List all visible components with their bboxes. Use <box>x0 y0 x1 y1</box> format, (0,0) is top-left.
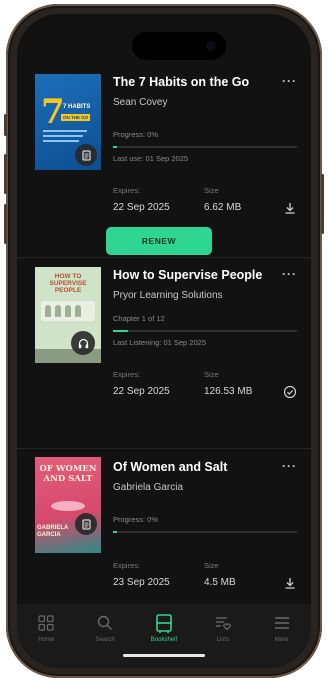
file-size: 4.5 MB <box>204 577 236 588</box>
book-title[interactable]: The 7 Habits on the Go <box>113 75 249 89</box>
last-use-text: Last Listening: 01 Sep 2025 <box>113 338 206 347</box>
list-heart-icon <box>212 612 234 634</box>
cover-title: 7 HABITS <box>63 104 91 110</box>
file-size: 126.53 MB <box>204 386 253 397</box>
size-label: Size <box>204 561 219 570</box>
ebook-icon <box>75 144 97 166</box>
expires-label: Expires: <box>113 370 141 379</box>
expires-date: 22 Sep 2025 <box>113 202 170 213</box>
hamburger-icon <box>271 612 293 634</box>
expires-label: Expires: <box>113 186 141 195</box>
file-size: 6.62 MB <box>204 202 242 213</box>
book-cover[interactable]: 7 7 HABITS ON THE GO <box>35 74 101 170</box>
expires-date: 22 Sep 2025 <box>113 386 170 397</box>
progress-bar <box>113 531 297 533</box>
app-screen: 7 7 HABITS ON THE GO The 7 Habits on the… <box>17 14 311 668</box>
headphones-icon <box>71 331 95 355</box>
last-use-text: Last use: 01 Sep 2025 <box>113 154 189 163</box>
size-label: Size <box>204 186 219 195</box>
progress-text: Progress: 0% <box>113 130 159 139</box>
book-item[interactable]: 7 7 HABITS ON THE GO The 7 Habits on the… <box>17 14 311 254</box>
book-author: Pryor Learning Solutions <box>113 290 223 301</box>
download-icon[interactable] <box>283 201 297 215</box>
volume-up-button <box>4 154 7 194</box>
progress-bar <box>113 146 297 148</box>
more-options-button[interactable]: ··· <box>282 267 297 281</box>
tab-label: Lists <box>216 637 229 643</box>
download-icon[interactable] <box>283 576 297 590</box>
book-cover[interactable]: OF WOMEN AND SALT GABRIELA GARCIA <box>35 457 101 553</box>
action-button <box>4 114 7 136</box>
progress-text: Chapter 1 of 12 <box>113 314 165 323</box>
search-icon <box>94 612 116 634</box>
cover-title: OF WOMEN AND SALT <box>39 464 97 484</box>
tab-bookshelf[interactable]: Bookshelf <box>136 612 192 668</box>
tab-more[interactable]: More <box>254 612 310 668</box>
progress-bar <box>113 330 297 332</box>
tab-bar: Home Search Bookshelf Lists More <box>17 604 311 668</box>
book-cover[interactable]: HOW TO SUPERVISE PEOPLE <box>35 267 101 363</box>
tab-label: More <box>274 637 289 643</box>
tab-label: Bookshelf <box>150 637 178 643</box>
more-options-button[interactable]: ··· <box>282 74 297 88</box>
cover-author: GABRIELA GARCIA <box>37 525 69 538</box>
book-item[interactable]: OF WOMEN AND SALT GABRIELA GARCIA Of Wom… <box>17 449 311 603</box>
bookshelf-icon <box>153 612 175 634</box>
tab-label: Home <box>38 637 55 643</box>
book-title[interactable]: How to Supervise People <box>113 268 262 282</box>
tab-search[interactable]: Search <box>77 612 133 668</box>
grid-icon <box>35 612 57 634</box>
expires-label: Expires: <box>113 561 141 570</box>
progress-fill <box>113 531 117 533</box>
book-item[interactable]: HOW TO SUPERVISE PEOPLE How to Supervise… <box>17 258 311 448</box>
renew-button[interactable]: RENEW <box>106 227 212 255</box>
book-title[interactable]: Of Women and Salt <box>113 460 227 474</box>
power-button <box>321 174 324 234</box>
cover-title: HOW TO SUPERVISE PEOPLE <box>49 273 87 294</box>
progress-fill <box>113 146 117 148</box>
tab-label: Search <box>95 637 115 643</box>
more-options-button[interactable]: ··· <box>282 459 297 473</box>
tab-lists[interactable]: Lists <box>195 612 251 668</box>
tab-home[interactable]: Home <box>18 612 74 668</box>
cover-subtitle: ON THE GO <box>61 114 91 121</box>
progress-fill <box>113 330 128 332</box>
book-author: Sean Covey <box>113 97 168 108</box>
volume-down-button <box>4 204 7 244</box>
downloaded-check-icon[interactable] <box>283 385 297 399</box>
progress-text: Progress: 0% <box>113 515 159 524</box>
home-indicator[interactable] <box>123 654 205 657</box>
size-label: Size <box>204 370 219 379</box>
book-author: Gabriela Garcia <box>113 482 184 493</box>
ebook-icon <box>75 513 97 535</box>
phone-frame: 7 7 HABITS ON THE GO The 7 Habits on the… <box>4 4 324 678</box>
expires-date: 23 Sep 2025 <box>113 577 170 588</box>
